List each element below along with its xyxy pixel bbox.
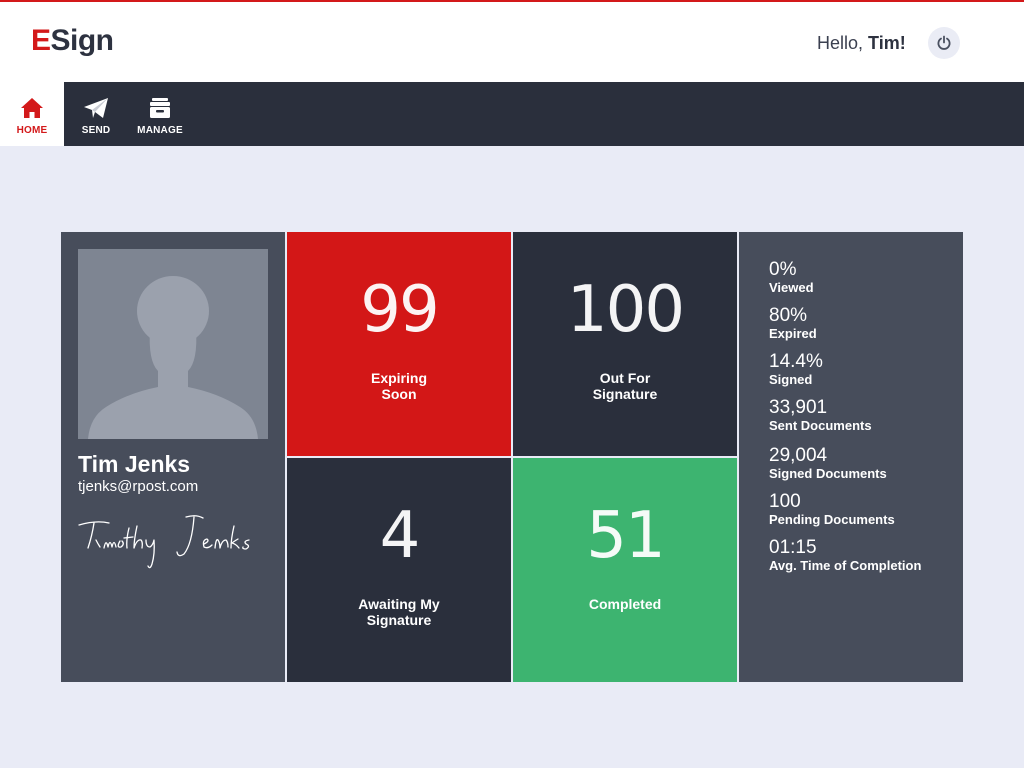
stat-pending-documents: 100 Pending Documents — [769, 491, 963, 537]
stat-label: Pending Documents — [769, 512, 895, 527]
stat-label: Avg. Time of Completion — [769, 558, 922, 573]
logo-e: E — [31, 24, 51, 57]
greeting-name: Tim! — [868, 33, 906, 53]
nav-item-manage[interactable]: MANAGE — [128, 82, 192, 146]
stat-value: 14.4% — [769, 351, 823, 372]
logout-button[interactable] — [928, 27, 960, 59]
power-icon — [937, 35, 951, 50]
dashboard: Tim Jenks tjenks@rpost.com 99 Expiring S… — [61, 232, 963, 682]
profile-name: Tim Jenks — [78, 451, 191, 477]
signature-image — [78, 515, 250, 569]
stat-label: Sent Documents — [769, 418, 872, 433]
stat-value: 01:15 — [769, 537, 817, 558]
stat-viewed: 0% Viewed — [769, 259, 963, 305]
profile-email: tjenks@rpost.com — [78, 478, 199, 495]
profile-card: Tim Jenks tjenks@rpost.com — [61, 232, 285, 682]
stat-label: Signed Documents — [769, 466, 887, 481]
nav-item-home[interactable]: HOME — [0, 82, 64, 146]
awaiting-count: 4 — [379, 499, 421, 573]
stat-value: 80% — [769, 305, 808, 326]
tile-completed[interactable]: 51 Completed — [513, 458, 737, 682]
stat-value: 100 — [769, 491, 801, 512]
expiring-label: Expiring Soon — [370, 370, 427, 402]
app-logo[interactable]: ESign — [31, 24, 114, 58]
main-nav: HOME SEND MANAGE — [0, 82, 1024, 146]
awaiting-label: Awaiting My Signature — [358, 596, 440, 628]
out-for-signature-count: 100 — [566, 273, 685, 347]
greeting-prefix: Hello, — [817, 33, 864, 53]
logo-text: Sign — [50, 24, 115, 57]
nav-label-home: HOME — [16, 125, 48, 136]
stat-expired: 80% Expired — [769, 305, 963, 351]
nav-label-send: SEND — [81, 125, 111, 136]
out-for-signature-label: Out For Signature — [592, 370, 658, 402]
stats-panel: 0% Viewed 80% Expired 14.4% Signed 33,90… — [739, 232, 963, 682]
nav-item-send[interactable]: SEND — [64, 82, 128, 146]
stat-value: 0% — [769, 259, 797, 280]
stat-sent-documents: 33,901 Sent Documents — [769, 397, 963, 445]
stat-label: Expired — [769, 326, 817, 341]
archive-box-icon — [148, 97, 172, 119]
completed-count: 51 — [586, 499, 665, 573]
stat-label: Viewed — [769, 280, 814, 295]
stat-value: 29,004 — [769, 445, 828, 466]
paper-plane-icon — [83, 97, 109, 119]
avatar[interactable] — [78, 249, 268, 439]
stat-signed: 14.4% Signed — [769, 351, 963, 397]
home-icon — [20, 97, 44, 119]
header: ESign Hello, Tim! — [0, 2, 1024, 82]
tile-out-for-signature[interactable]: 100 Out For Signature — [513, 232, 737, 456]
tile-awaiting-my-signature[interactable]: 4 Awaiting My Signature — [287, 458, 511, 682]
expiring-count: 99 — [360, 273, 439, 347]
stat-label: Signed — [769, 372, 813, 387]
stat-signed-documents: 29,004 Signed Documents — [769, 445, 963, 491]
user-greeting: Hello, Tim! — [817, 33, 906, 54]
user-silhouette-icon — [88, 276, 258, 439]
stat-avg-completion-time: 01:15 Avg. Time of Completion — [769, 537, 963, 583]
completed-label: Completed — [588, 596, 662, 612]
tile-expiring-soon[interactable]: 99 Expiring Soon — [287, 232, 511, 456]
nav-label-manage: MANAGE — [137, 125, 183, 136]
stat-value: 33,901 — [769, 397, 828, 418]
